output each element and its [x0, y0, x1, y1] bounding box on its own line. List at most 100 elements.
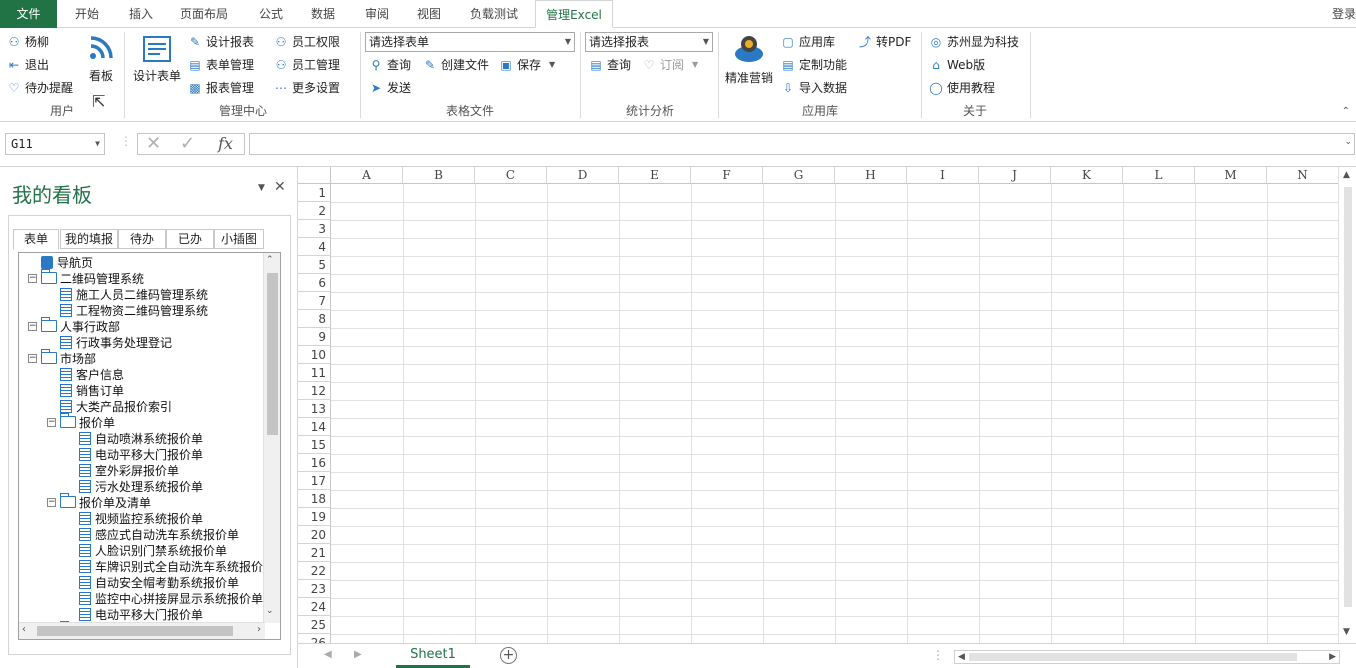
collapse-ribbon-icon[interactable]: ⌃ — [1342, 106, 1350, 117]
tab-formulas[interactable]: 公式 — [246, 0, 296, 28]
web-version-link[interactable]: ⌂ Web版 — [928, 55, 985, 75]
row-header[interactable]: 12 — [298, 382, 331, 400]
spreadsheet-grid[interactable]: ABCDEFGHIJKLMN 1 2 3 4 5 6 7 8 9 10 11 12 13 14 15 16 17… — [298, 167, 1339, 652]
row-header[interactable]: 19 — [298, 508, 331, 526]
tree-item[interactable]: 销售订单 — [60, 383, 124, 399]
select-all-corner[interactable] — [298, 167, 331, 184]
sheet-horizontal-scrollbar[interactable]: ◀ ▶ — [954, 650, 1340, 664]
select-report-dropdown[interactable]: 请选择报表 ▼ — [585, 32, 713, 52]
create-file-button[interactable]: ✎ 创建文件 — [422, 55, 489, 75]
panel-menu-icon[interactable]: ▼ — [258, 183, 265, 193]
scroll-right-icon[interactable]: › — [257, 624, 261, 635]
tab-load-test[interactable]: 负载测试 — [460, 0, 528, 28]
app-library-button[interactable]: ▢ 应用库 — [780, 32, 835, 52]
login-link[interactable]: 登录 — [1332, 0, 1356, 28]
row-header[interactable]: 4 — [298, 238, 331, 256]
tab-illustrations[interactable]: 小插图 — [214, 229, 264, 249]
row-header[interactable]: 3 — [298, 220, 331, 238]
more-settings-button[interactable]: ⋯ 更多设置 — [273, 78, 340, 98]
column-header[interactable]: B — [403, 167, 475, 184]
scroll-thumb[interactable] — [969, 653, 1297, 661]
formula-input[interactable] — [249, 133, 1355, 155]
tab-view[interactable]: 视图 — [404, 0, 454, 28]
form-query-button[interactable]: ⚲ 查询 — [368, 55, 411, 75]
confirm-icon[interactable]: ✓ — [180, 134, 195, 154]
form-manage-button[interactable]: ▤ 表单管理 — [187, 55, 254, 75]
tree-item[interactable]: 自动安全帽考勤系统报价单 — [79, 575, 239, 591]
to-pdf-button[interactable]: ⤴ 转PDF — [857, 32, 911, 52]
design-form-button[interactable]: 设计表单 — [132, 34, 182, 84]
send-button[interactable]: ➤ 发送 — [368, 78, 411, 98]
tree-item[interactable]: 视频监控系统报价单 — [79, 511, 203, 527]
row-header[interactable]: 11 — [298, 364, 331, 382]
row-header[interactable]: 15 — [298, 436, 331, 454]
collapse-toggle-icon[interactable]: − — [28, 354, 37, 363]
row-header[interactable]: 21 — [298, 544, 331, 562]
user-name-button[interactable]: ⚇ 杨柳 — [6, 32, 49, 52]
import-data-button[interactable]: ⇩ 导入数据 — [780, 78, 847, 98]
scroll-up-icon[interactable]: ⌃ — [266, 255, 274, 265]
scroll-thumb[interactable] — [37, 626, 233, 636]
report-query-button[interactable]: ▤ 查询 — [588, 55, 631, 75]
tree-item[interactable]: 电动平移大门报价单 — [79, 607, 203, 623]
column-header[interactable]: D — [547, 167, 619, 184]
column-header[interactable]: L — [1123, 167, 1195, 184]
employee-manage-button[interactable]: ⚇ 员工管理 — [273, 55, 340, 75]
tab-review[interactable]: 审阅 — [352, 0, 402, 28]
tree-item[interactable]: 电动平移大门报价单 — [79, 447, 203, 463]
company-link[interactable]: ◎ 苏州显为科技 — [928, 32, 1019, 52]
collapse-toggle-icon[interactable]: − — [28, 322, 37, 331]
row-header[interactable]: 22 — [298, 562, 331, 580]
scroll-thumb[interactable] — [267, 273, 278, 435]
column-header[interactable]: A — [331, 167, 403, 184]
tree-folder[interactable]: 报价单及清单 — [60, 493, 151, 511]
row-header[interactable]: 10 — [298, 346, 331, 364]
custom-function-button[interactable]: ▤ 定制功能 — [780, 55, 847, 75]
row-header[interactable]: 5 — [298, 256, 331, 274]
tree-item[interactable]: 人脸识别门禁系统报价单 — [79, 543, 227, 559]
precision-marketing-button[interactable]: 精准营销 — [723, 32, 775, 86]
column-header[interactable]: K — [1051, 167, 1123, 184]
tab-my-filings[interactable]: 我的填报 — [60, 229, 118, 249]
tree-item[interactable]: 监控中心拼接屏显示系统报价单 — [79, 591, 263, 607]
scroll-right-icon[interactable]: ▶ — [1329, 651, 1336, 663]
scroll-thumb[interactable] — [1344, 187, 1352, 607]
column-header[interactable]: H — [835, 167, 907, 184]
row-header[interactable]: 20 — [298, 526, 331, 544]
row-header[interactable]: 24 — [298, 598, 331, 616]
sheet-tab-sheet1[interactable]: Sheet1 — [396, 644, 470, 668]
tab-file[interactable]: 文件 — [0, 0, 57, 28]
tree-item[interactable]: 污水处理系统报价单 — [79, 479, 203, 495]
design-report-button[interactable]: ✎ 设计报表 — [187, 32, 254, 52]
vertical-scrollbar[interactable]: ⌃ ⌄ — [263, 253, 280, 623]
column-header[interactable]: F — [691, 167, 763, 184]
row-header[interactable]: 8 — [298, 310, 331, 328]
tree-folder[interactable]: 市场部 — [41, 349, 96, 367]
column-header[interactable]: E — [619, 167, 691, 184]
column-header[interactable]: C — [475, 167, 547, 184]
column-header[interactable]: N — [1267, 167, 1339, 184]
add-sheet-icon[interactable]: + — [500, 647, 517, 664]
tree-item[interactable]: 感应式自动洗车系统报价单 — [79, 527, 239, 543]
row-header[interactable]: 17 — [298, 472, 331, 490]
tree-item[interactable]: 室外彩屏报价单 — [79, 463, 179, 479]
scroll-left-icon[interactable]: ‹ — [22, 624, 26, 635]
tree-folder[interactable]: 报价单 — [60, 413, 115, 431]
row-header[interactable]: 6 — [298, 274, 331, 292]
row-header[interactable]: 14 — [298, 418, 331, 436]
row-header[interactable]: 16 — [298, 454, 331, 472]
column-header[interactable]: M — [1195, 167, 1267, 184]
horizontal-scrollbar[interactable]: ‹ › — [19, 622, 265, 639]
row-header[interactable]: 9 — [298, 328, 331, 346]
row-header[interactable]: 7 — [298, 292, 331, 310]
scroll-left-icon[interactable]: ◀ — [958, 651, 965, 663]
scroll-down-icon[interactable]: ⌄ — [266, 606, 274, 616]
close-icon[interactable]: ✕ — [274, 179, 286, 195]
tutorial-link[interactable]: ◯ 使用教程 — [928, 78, 995, 98]
tree-item[interactable]: 行政事务处理登记 — [60, 335, 172, 351]
todo-reminder-button[interactable]: ♡ 待办提醒 — [6, 78, 73, 98]
column-header[interactable]: J — [979, 167, 1051, 184]
tree-item[interactable]: 车牌识别式全自动洗车系统报价 — [79, 559, 263, 575]
row-header[interactable]: 23 — [298, 580, 331, 598]
tab-home[interactable]: 开始 — [62, 0, 112, 28]
